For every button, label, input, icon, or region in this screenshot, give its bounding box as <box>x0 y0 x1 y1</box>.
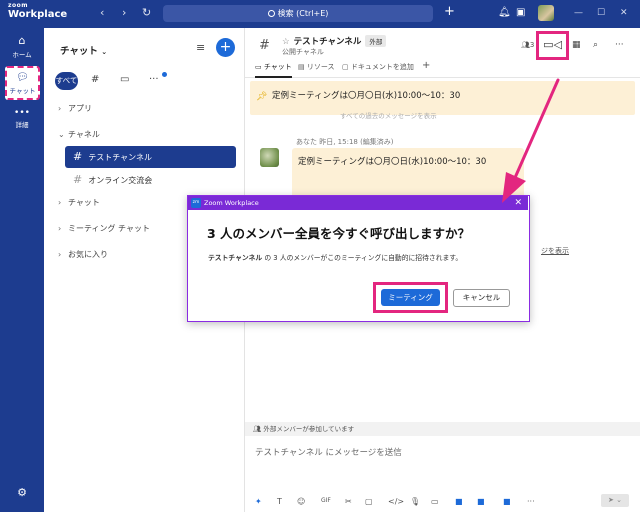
new-chat-button[interactable]: + <box>216 38 235 57</box>
sidebar-item-test-channel[interactable]: # テストチャンネル <box>65 146 236 168</box>
sidebar-title[interactable]: チャット ⌄ <box>60 43 107 57</box>
minimize-icon[interactable]: — <box>574 8 583 18</box>
bell-icon[interactable]: 🔔︎ <box>498 7 511 18</box>
message-input[interactable]: テストチャンネル にメッセージを送信 <box>255 446 402 458</box>
meeting-button-highlight: ミーティング <box>373 282 448 313</box>
member-count[interactable]: 👥︎3 <box>521 41 534 49</box>
video-clip-icon[interactable]: ▭ <box>431 497 439 506</box>
panel-icon[interactable]: ▣ <box>516 7 525 18</box>
home-icon: ⌂ <box>18 34 26 47</box>
dialog-heading: 3 人のメンバー全員を今すぐ呼び出しますか？ <box>207 226 471 241</box>
emoji-icon[interactable]: ☺ <box>297 497 305 506</box>
maximize-icon[interactable]: ☐ <box>597 8 605 18</box>
app-icon-1[interactable]: ■ <box>455 497 463 506</box>
avatar[interactable] <box>538 5 554 21</box>
forward-icon[interactable]: › <box>122 6 126 19</box>
tab-add-document[interactable]: ▢ ドキュメントを追加 <box>342 62 414 72</box>
section-channels[interactable]: ⌄ チャネル <box>58 129 100 140</box>
message-meta: あなた 昨日, 15:18 (編集済み) <box>296 138 394 146</box>
more-tabs-icon[interactable]: ··· <box>149 74 159 85</box>
close-window-icon[interactable]: ✕ <box>620 8 628 18</box>
microphone-icon[interactable]: 🎙︎ <box>410 497 420 506</box>
rail-item-more[interactable]: ••• 詳細 <box>0 108 44 129</box>
screenshot-icon[interactable]: ✂ <box>345 497 352 506</box>
show-more-link[interactable]: ジを表示 <box>541 246 569 256</box>
calendar-icon[interactable]: ▦ <box>572 40 581 50</box>
filter-icon[interactable]: ≡ <box>196 41 205 54</box>
call-all-dialog: zm Zoom Workplace ✕ 3 人のメンバー全員を今すぐ呼び出します… <box>187 195 530 322</box>
search-input[interactable]: 検索 (Ctrl+E) <box>163 5 433 22</box>
zoom-logo: zoom Workplace <box>8 2 68 20</box>
section-chat[interactable]: › チャット <box>58 197 100 208</box>
channel-subtitle: 公開チャネル <box>282 48 324 56</box>
app-icon-2[interactable]: ■ <box>477 497 485 506</box>
history-icon[interactable]: ↻ <box>142 6 151 19</box>
sidebar-item-online-meetup[interactable]: # オンライン交流会 <box>65 170 236 190</box>
new-icon[interactable]: + <box>444 4 455 19</box>
channel-hash-icon[interactable]: # <box>91 74 99 85</box>
hash-icon: # <box>73 173 83 186</box>
avatar[interactable] <box>260 148 279 167</box>
attach-icon[interactable]: ▢ <box>365 497 373 506</box>
more-tools-icon[interactable]: ··· <box>527 497 535 506</box>
search-icon[interactable]: ⌕ <box>593 40 598 50</box>
video-camera-icon: ▭◁ <box>543 38 562 51</box>
dialog-description: テストチャンネル の 3 人のメンバーがこのミーティングに自動的に招待されます。 <box>208 254 463 262</box>
section-meeting-chat[interactable]: › ミーティング チャット <box>58 223 150 234</box>
ai-sparkle-icon[interactable]: ✦ <box>255 497 262 506</box>
resource-icon: ▤ <box>298 63 307 71</box>
external-badge: 外部 <box>365 35 387 47</box>
code-icon[interactable]: </> <box>388 497 404 506</box>
tab-all[interactable]: すべて <box>55 72 78 90</box>
hash-icon: # <box>73 150 83 163</box>
dialog-titlebar: zm Zoom Workplace ✕ <box>188 196 528 210</box>
pin-icon: 📌︎ <box>256 92 268 102</box>
tab-chat[interactable]: ▭ チャット <box>255 62 292 78</box>
unread-dot <box>162 72 167 77</box>
hash-icon: # <box>259 38 270 53</box>
channel-title[interactable]: ☆ テストチャンネル 外部 <box>282 35 387 47</box>
rail-item-chat[interactable]: 💬︎ チャット <box>5 66 40 100</box>
section-favorites[interactable]: › お気に入り <box>58 249 108 260</box>
external-members-notice: 👥︎ 外部メンバーが参加しています <box>245 422 640 436</box>
document-icon: ▢ <box>342 63 351 71</box>
app-icon-3[interactable]: ■ <box>503 497 511 506</box>
meeting-button[interactable]: ミーティング <box>381 289 440 306</box>
section-apps[interactable]: › アプリ <box>58 103 92 114</box>
rail-item-settings[interactable]: ⚙ <box>0 486 44 501</box>
text-format-icon[interactable]: T <box>277 497 282 506</box>
rail-item-home[interactable]: ⌂ ホーム <box>0 34 44 59</box>
star-icon[interactable]: ☆ <box>282 37 290 47</box>
back-icon[interactable]: ‹ <box>100 6 104 19</box>
video-call-button[interactable]: ▭◁ <box>536 31 569 60</box>
close-icon[interactable]: ✕ <box>514 196 522 210</box>
channel-tabs: ▭ チャット ▤ リソース ▢ ドキュメントを追加 + <box>245 60 640 78</box>
top-bar: zoom Workplace ‹ › ↻ 検索 (Ctrl+E) + 🔔︎ ▣ … <box>0 0 640 28</box>
more-options-icon[interactable]: ··· <box>615 40 624 50</box>
cancel-button[interactable]: キャンセル <box>453 289 510 307</box>
pinned-message[interactable]: 📌︎ 定例ミーティングは〇月〇日(水)10:00～10：30 <box>250 81 635 115</box>
older-messages-link[interactable]: すべての過去のメッセージを表示 <box>340 110 437 120</box>
chevron-right-icon: › <box>58 250 62 259</box>
people-icon: 👥︎ <box>253 425 264 433</box>
chat-bubble-icon[interactable]: ▭ <box>120 74 129 85</box>
chevron-right-icon: › <box>58 104 62 113</box>
chevron-down-icon: ⌄ <box>58 130 65 139</box>
zoom-app-icon: zm <box>191 198 201 208</box>
chat-icon: ▭ <box>255 63 264 71</box>
gif-icon[interactable]: GIF <box>321 497 331 504</box>
tab-resources[interactable]: ▤ リソース <box>298 62 335 72</box>
gear-icon: ⚙ <box>17 486 27 499</box>
search-icon <box>267 10 275 17</box>
chevron-right-icon: › <box>58 198 62 207</box>
add-tab-icon[interactable]: + <box>422 60 430 71</box>
left-rail: ⌂ ホーム 💬︎ チャット ••• 詳細 ⚙ <box>0 28 44 512</box>
chat-icon: 💬︎ <box>16 72 29 83</box>
more-icon: ••• <box>14 108 30 118</box>
people-icon: 👥︎ <box>521 41 530 49</box>
chevron-right-icon: › <box>58 224 62 233</box>
chevron-down-icon: ⌄ <box>101 48 108 56</box>
send-button[interactable]: ➤ ⌄ <box>601 494 629 507</box>
